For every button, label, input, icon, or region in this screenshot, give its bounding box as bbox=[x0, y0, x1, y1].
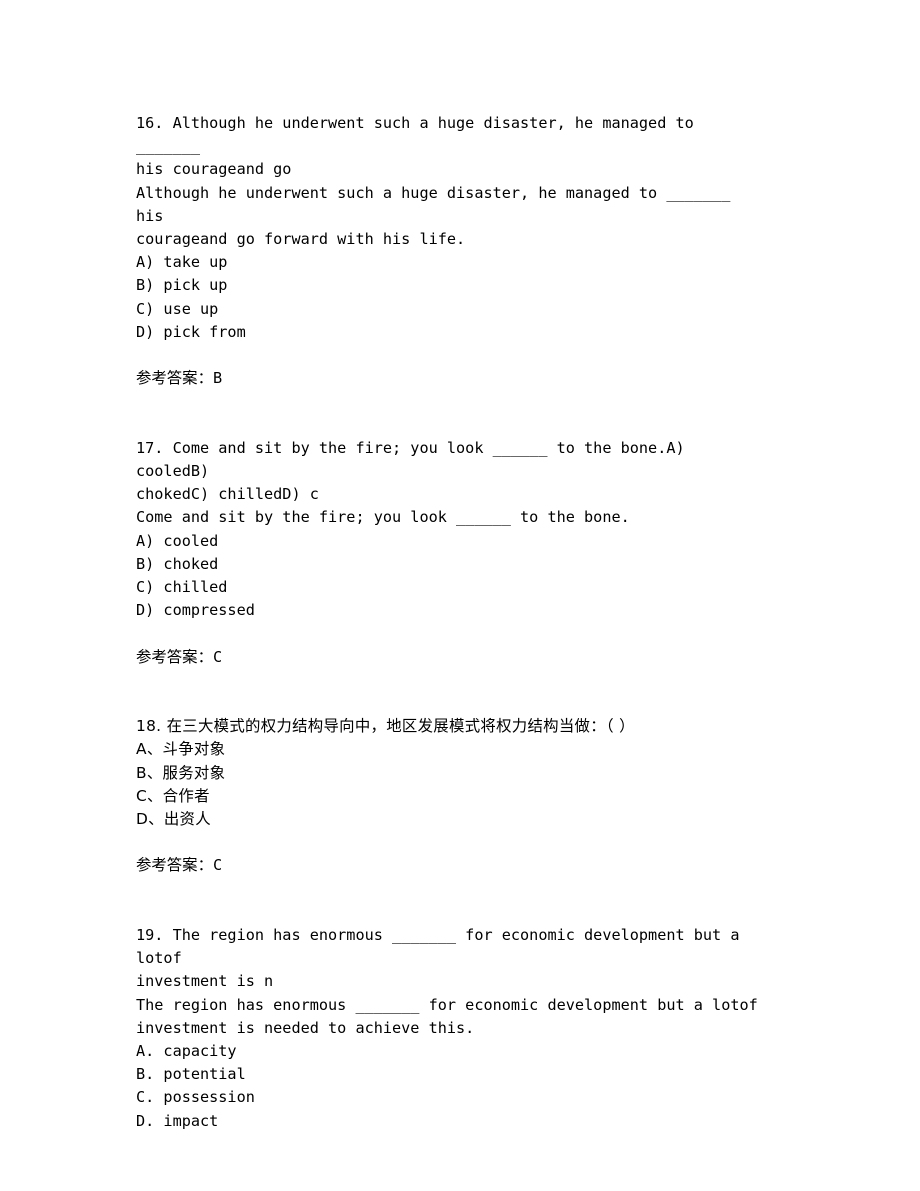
question-17-answer: 参考答案：C bbox=[136, 646, 764, 669]
question-18-answer-value: C bbox=[212, 856, 223, 875]
question-19-header-line-1: 19. The region has enormous _______ for … bbox=[136, 926, 749, 968]
question-16-answer: 参考答案：B bbox=[136, 367, 764, 390]
question-18-answer-label: 参考答案： bbox=[136, 856, 213, 875]
question-18-header-line-1: 18. 在三大模式的权力结构导向中，地区发展模式将权力结构当做：（ ） bbox=[136, 717, 635, 736]
question-block-17: 17. Come and sit by the fire; you look _… bbox=[136, 437, 764, 669]
spacer-between-q18-q19 bbox=[136, 878, 764, 924]
question-19-stem-line-1: The region has enormous _______ for econ… bbox=[136, 995, 758, 1014]
question-16-stem-line-1: Although he underwent such a huge disast… bbox=[136, 183, 740, 225]
question-19-header-line-2: investment is n bbox=[136, 972, 274, 991]
question-17-option-c[interactable]: C) chilled bbox=[136, 576, 764, 599]
question-17-option-d[interactable]: D) compressed bbox=[136, 599, 764, 622]
exam-page: 16. Although he underwent such a huge di… bbox=[0, 0, 920, 1191]
question-16-answer-value: B bbox=[212, 369, 223, 388]
question-18-answer: 参考答案：C bbox=[136, 854, 764, 877]
question-block-19: 19. The region has enormous _______ for … bbox=[136, 924, 764, 1133]
question-18-option-b[interactable]: B、服务对象 bbox=[136, 762, 764, 785]
question-block-18: 18. 在三大模式的权力结构导向中，地区发展模式将权力结构当做：（ ） A、斗争… bbox=[136, 715, 764, 877]
question-19-option-d[interactable]: D. impact bbox=[136, 1110, 764, 1133]
question-17-option-a[interactable]: A) cooled bbox=[136, 530, 764, 553]
question-19-option-a[interactable]: A. capacity bbox=[136, 1040, 764, 1063]
question-18-option-a[interactable]: A、斗争对象 bbox=[136, 738, 764, 761]
question-19-stem-line-2: investment is needed to achieve this. bbox=[136, 1018, 475, 1037]
question-17-answer-value: C bbox=[212, 647, 223, 666]
question-17-stem-line-1: Come and sit by the fire; you look _____… bbox=[136, 508, 630, 527]
spacer-between-q17-q18 bbox=[136, 669, 764, 715]
question-16-option-b[interactable]: B) pick up bbox=[136, 274, 764, 297]
question-19-option-c[interactable]: C. possession bbox=[136, 1086, 764, 1109]
question-16-header-line-2: his courageand go bbox=[136, 160, 292, 179]
question-17-option-b[interactable]: B) choked bbox=[136, 553, 764, 576]
question-list: 16. Although he underwent such a huge di… bbox=[136, 112, 764, 1133]
question-16-answer-label: 参考答案： bbox=[136, 369, 213, 388]
question-18-option-d[interactable]: D、出资人 bbox=[136, 808, 764, 831]
question-16-option-a[interactable]: A) take up bbox=[136, 251, 764, 274]
spacer-between-q16-q17 bbox=[136, 390, 764, 436]
question-17-header-line-2: chokedC) chilledD) c bbox=[136, 485, 319, 504]
question-16-option-d[interactable]: D) pick from bbox=[136, 321, 764, 344]
question-19-option-b[interactable]: B. potential bbox=[136, 1063, 764, 1086]
question-block-16: 16. Although he underwent such a huge di… bbox=[136, 112, 764, 390]
question-17-answer-label: 参考答案： bbox=[136, 647, 213, 666]
question-17-header-line-1: 17. Come and sit by the fire; you look _… bbox=[136, 438, 694, 481]
question-16-option-c[interactable]: C) use up bbox=[136, 298, 764, 321]
question-16-header-line-1: 16. Although he underwent such a huge di… bbox=[136, 114, 703, 156]
question-16-stem-line-2: courageand go forward with his life. bbox=[136, 230, 466, 249]
question-18-option-c[interactable]: C、合作者 bbox=[136, 785, 764, 808]
